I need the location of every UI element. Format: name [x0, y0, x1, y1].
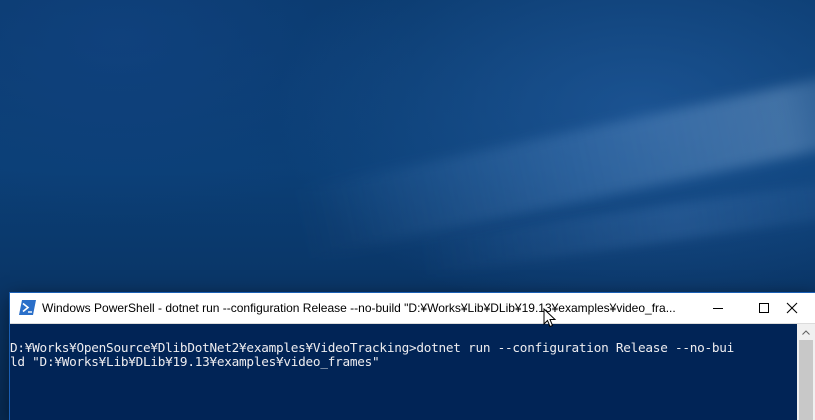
vertical-scrollbar[interactable]	[797, 324, 815, 420]
powershell-icon	[19, 300, 36, 315]
chevron-up-icon	[802, 329, 810, 335]
scroll-up-button[interactable]	[797, 324, 815, 340]
console-line: D:¥Works¥OpenSource¥DlibDotNet2¥examples…	[10, 340, 735, 355]
console-line: ld "D:¥Works¥Lib¥DLib¥19.13¥examples¥vid…	[10, 354, 380, 369]
console-output[interactable]: D:¥Works¥OpenSource¥DlibDotNet2¥examples…	[10, 324, 797, 420]
window-titlebar[interactable]: Windows PowerShell - dotnet run --config…	[10, 293, 815, 324]
scrollbar-thumb[interactable]	[799, 340, 813, 420]
minimize-icon	[713, 308, 723, 309]
close-icon	[786, 302, 798, 314]
close-button[interactable]	[769, 293, 815, 323]
mouse-pointer-icon	[543, 308, 557, 328]
minimize-button[interactable]	[695, 293, 741, 323]
window-title: Windows PowerShell - dotnet run --config…	[42, 301, 676, 315]
powershell-window[interactable]: Windows PowerShell - dotnet run --config…	[10, 293, 815, 420]
